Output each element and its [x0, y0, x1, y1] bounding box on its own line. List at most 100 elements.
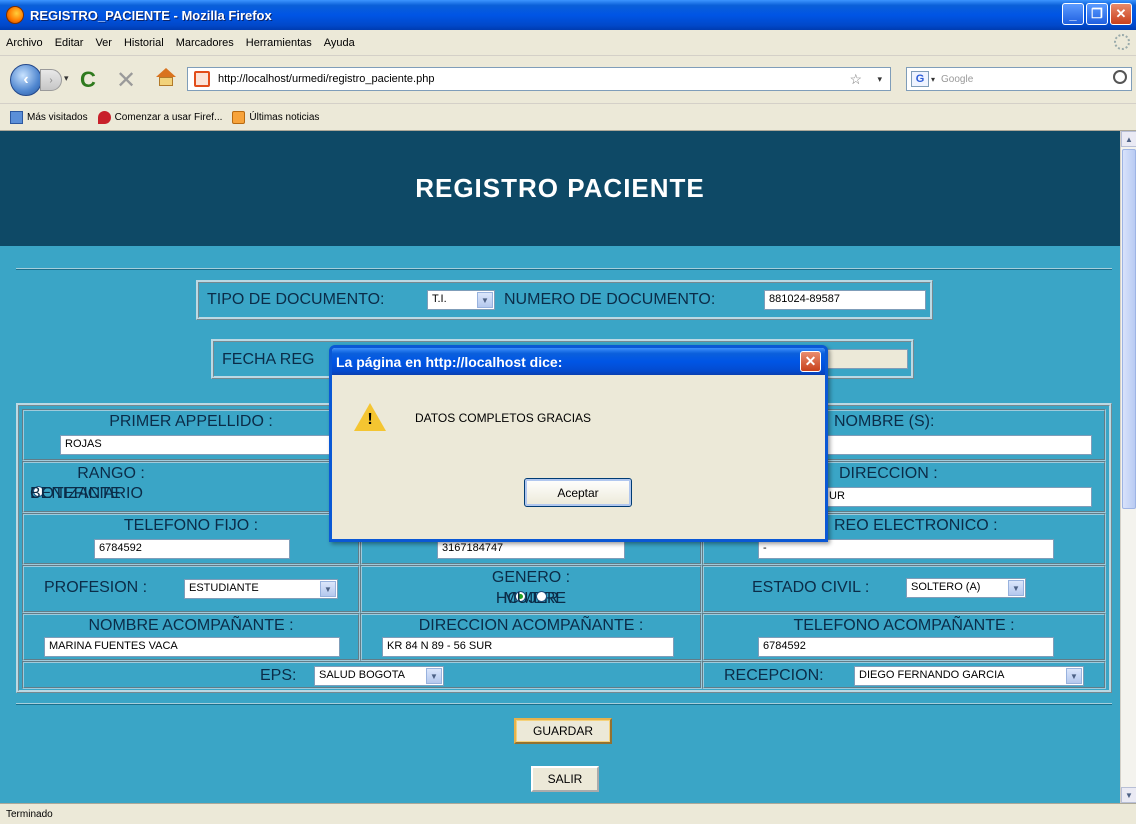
scroll-up-icon[interactable]: ▲	[1121, 131, 1136, 147]
rango-options: COTIZANTE BENEFICIARIO	[30, 485, 143, 502]
eps-label: EPS:	[260, 667, 297, 684]
nombre-acompanante-cell: NOMBRE ACOMPAÑANTE : MARINA FUENTES VACA	[22, 613, 360, 661]
stop-icon[interactable]: ✕	[116, 66, 136, 95]
chevron-down-icon: ▼	[477, 292, 493, 308]
correo-label: REO ELECTRONICO :	[834, 517, 998, 534]
dialog-titlebar: La página en http://localhost dice:	[332, 348, 825, 375]
document-box: TIPO DE DOCUMENTO: T.I. ▼ NUMERO DE DOCU…	[196, 280, 933, 320]
firefox-bookmark-icon	[97, 110, 111, 124]
minimize-button[interactable]: _	[1062, 3, 1084, 25]
scrollbar-thumb[interactable]	[1122, 149, 1136, 509]
eps-cell: EPS: SALUD BOGOTA ▼	[22, 661, 702, 689]
recepcion-label: RECEPCION:	[724, 667, 824, 684]
menu-marcadores[interactable]: Marcadores	[176, 37, 234, 49]
home-icon[interactable]	[156, 68, 176, 86]
salir-button[interactable]: SALIR	[531, 766, 599, 792]
menu-archivo[interactable]: Archivo	[6, 37, 43, 49]
engine-dropdown-icon[interactable]: ▾	[931, 75, 935, 84]
profesion-label: PROFESION :	[44, 579, 148, 596]
estado-civil-select[interactable]: SOLTERO (A) ▼	[906, 578, 1026, 598]
nombre-acompanante-label: NOMBRE ACOMPAÑANTE :	[88, 617, 294, 634]
nombre-label: NOMBRE (S):	[834, 413, 935, 430]
page-title: REGISTRO PACIENTE	[415, 173, 705, 203]
reload-icon[interactable]: C	[80, 67, 96, 93]
direccion-acompanante-input[interactable]: KR 84 N 89 - 56 SUR	[382, 637, 674, 657]
genero-cell: GENERO : HOMBRE MUJER	[360, 565, 702, 613]
telefono-fijo-cell: TELEFONO FIJO : 6784592	[22, 513, 360, 565]
search-bar[interactable]: G ▾ Google	[906, 67, 1132, 91]
menu-bar: Archivo Editar Ver Historial Marcadores …	[0, 30, 1136, 56]
chevron-down-icon: ▼	[426, 668, 442, 684]
scroll-down-icon[interactable]: ▼	[1121, 787, 1136, 803]
chevron-down-icon: ▼	[1008, 580, 1024, 596]
menu-herramientas[interactable]: Herramientas	[246, 37, 312, 49]
navigation-toolbar: ‹ › ▾ C ✕ http://localhost/urmedi/regist…	[0, 56, 1136, 104]
bookmark-mas-visitados[interactable]: Más visitados	[10, 110, 88, 124]
firefox-icon	[6, 6, 24, 24]
rss-icon	[232, 110, 246, 124]
window-titlebar: REGISTRO_PACIENTE - Mozilla Firefox _ ❐ …	[0, 0, 1136, 30]
divider	[16, 268, 1112, 270]
aceptar-button[interactable]: Aceptar	[524, 478, 632, 507]
telefono-fijo-input[interactable]: 6784592	[94, 539, 290, 559]
back-button[interactable]: ‹	[10, 64, 42, 96]
fecha-registro-input[interactable]	[826, 349, 908, 369]
direccion-acompanante-cell: DIRECCION ACOMPAÑANTE : KR 84 N 89 - 56 …	[360, 613, 702, 661]
tipo-documento-label: TIPO DE DOCUMENTO:	[207, 291, 385, 308]
telefono-fijo-label: TELEFONO FIJO :	[123, 517, 259, 534]
bookmark-star-icon[interactable]: ☆	[849, 71, 862, 88]
maximize-button[interactable]: ❐	[1086, 3, 1108, 25]
rango-label: RANGO :	[77, 465, 145, 482]
recepcion-cell: RECEPCION: DIEGO FERNANDO GARCIA ▼	[702, 661, 1106, 689]
window-close-button[interactable]: ✕	[1110, 3, 1132, 25]
numero-documento-input[interactable]: 881024-89587	[764, 290, 926, 310]
primer-apellido-label: PRIMER APPELLIDO :	[109, 413, 273, 430]
menu-historial[interactable]: Historial	[124, 37, 164, 49]
celular-input[interactable]: 3167184747	[437, 539, 625, 559]
mujer-label: MUJER	[503, 590, 559, 607]
direccion-acompanante-label: DIRECCION ACOMPAÑANTE :	[418, 617, 644, 634]
search-icon[interactable]	[1113, 70, 1127, 84]
dialog-close-icon[interactable]: ✕	[800, 351, 821, 372]
google-engine-icon[interactable]: G	[911, 71, 929, 87]
menu-ayuda[interactable]: Ayuda	[324, 37, 355, 49]
address-bar[interactable]: http://localhost/urmedi/registro_pacient…	[187, 67, 891, 91]
page-header: REGISTRO PACIENTE	[0, 131, 1120, 246]
menu-ver[interactable]: Ver	[95, 37, 112, 49]
warning-exclamation: !	[367, 411, 373, 428]
guardar-button[interactable]: GUARDAR	[514, 718, 612, 744]
history-dropdown-icon[interactable]: ▾	[64, 73, 69, 84]
profesion-select[interactable]: ESTUDIANTE ▼	[184, 579, 338, 599]
chevron-down-icon: ▼	[1066, 668, 1082, 684]
rango-cell: RANGO : COTIZANTE BENEFICIARIO	[22, 461, 360, 513]
bookmark-comenzar[interactable]: Comenzar a usar Firef...	[97, 110, 222, 124]
nombre-input[interactable]	[824, 435, 1092, 455]
forward-button[interactable]: ›	[40, 69, 62, 91]
nombre-acompanante-input[interactable]: MARINA FUENTES VACA	[44, 637, 340, 657]
vertical-scrollbar[interactable]: ▲ ▼	[1120, 131, 1136, 803]
direccion-input[interactable]: UR	[824, 487, 1092, 507]
url-dropdown-icon[interactable]: ▾	[877, 74, 882, 85]
estado-civil-cell: ESTADO CIVIL : SOLTERO (A) ▼	[702, 565, 1106, 613]
profesion-cell: PROFESION : ESTUDIANTE ▼	[22, 565, 360, 613]
telefono-acompanante-input[interactable]: 6784592	[758, 637, 1054, 657]
recepcion-select[interactable]: DIEGO FERNANDO GARCIA ▼	[854, 666, 1084, 686]
genero-options: HOMBRE MUJER	[362, 590, 700, 607]
menu-editar[interactable]: Editar	[55, 37, 84, 49]
throbber-icon	[1114, 34, 1130, 50]
eps-select[interactable]: SALUD BOGOTA ▼	[314, 666, 444, 686]
telefono-acompanante-label: TELEFONO ACOMPAÑANTE :	[793, 617, 1015, 634]
bookmark-ultimas-noticias[interactable]: Últimas noticias	[232, 110, 319, 124]
fecha-registro-label: FECHA REG	[222, 351, 315, 368]
mujer-radio[interactable]	[535, 590, 547, 602]
primer-apellido-input[interactable]: ROJAS	[60, 435, 340, 455]
correo-input[interactable]: -	[758, 539, 1054, 559]
bookmarks-toolbar: Más visitados Comenzar a usar Firef... Ú…	[0, 104, 1136, 131]
beneficiario-label: BENEFICIARIO	[30, 485, 143, 502]
search-placeholder[interactable]: Google	[941, 74, 973, 85]
dialog-message: DATOS COMPLETOS GRACIAS	[415, 411, 592, 425]
url-text[interactable]: http://localhost/urmedi/registro_pacient…	[218, 73, 434, 85]
primer-apellido-cell: PRIMER APPELLIDO : ROJAS	[22, 409, 360, 461]
telefono-acompanante-cell: TELEFONO ACOMPAÑANTE : 6784592	[702, 613, 1106, 661]
tipo-documento-select[interactable]: T.I. ▼	[427, 290, 495, 310]
